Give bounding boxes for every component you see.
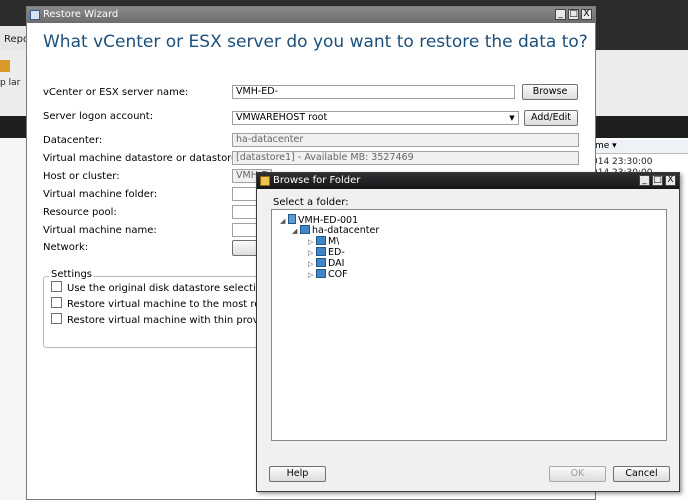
expand-arrow-icon[interactable]: ▷: [308, 270, 316, 281]
ok-button[interactable]: OK: [549, 466, 606, 482]
redaction-mark: [339, 237, 362, 245]
vm-name-label: Virtual machine name:: [43, 225, 157, 236]
folder-icon: [316, 247, 326, 256]
checkbox[interactable]: [51, 297, 62, 308]
datacenter-label: Datacenter:: [43, 135, 103, 146]
tree-node-label: ha-datacenter: [312, 225, 380, 236]
minimize-button[interactable]: _: [639, 175, 650, 186]
logon-account-select[interactable]: VMWAREHOST root ▼: [232, 111, 519, 125]
folder-tree[interactable]: ◢ VMH-ED-001 ◢ ha-datacenter ▷ M\ ▷ ED- ▷ DAI…: [271, 209, 667, 441]
browse-window-title: Browse for Folder: [273, 175, 361, 186]
tree-node-label: ED-: [328, 247, 345, 258]
redaction-mark: [347, 270, 370, 278]
minimize-button[interactable]: _: [555, 9, 566, 20]
wizard-titlebar[interactable]: Restore Wizard _ □ X: [27, 7, 595, 23]
list-row[interactable]: 014 23:30:00: [592, 157, 652, 167]
host-cluster-label: Host or cluster:: [43, 171, 120, 182]
redaction-mark: [344, 248, 367, 256]
resource-pool-label: Resource pool:: [43, 207, 117, 218]
tree-node-label: M\: [328, 236, 340, 247]
redaction-mark: [344, 259, 367, 267]
server-icon: [288, 214, 296, 224]
page-title: What vCenter or ESX server do you want t…: [43, 32, 588, 52]
folder-icon: [316, 236, 326, 245]
column-header[interactable]: me ▾: [592, 140, 688, 154]
server-name-input[interactable]: VMH-ED-: [232, 85, 515, 99]
close-button[interactable]: X: [581, 9, 592, 20]
settings-legend: Settings: [49, 269, 95, 280]
maximize-button[interactable]: □: [568, 9, 579, 20]
network-label: Network:: [43, 242, 89, 253]
select-folder-prompt: Select a folder:: [273, 197, 349, 208]
collapse-arrow-icon[interactable]: ◢: [280, 216, 288, 227]
close-button[interactable]: X: [665, 175, 676, 186]
server-name-label: vCenter or ESX server name:: [43, 87, 189, 98]
browse-for-folder-dialog: Browse for Folder _ □ X Select a folder:…: [256, 172, 680, 492]
wizard-window-title: Restore Wizard: [43, 9, 119, 20]
logon-account-value: VMWAREHOST root: [236, 112, 328, 123]
vm-folder-label: Virtual machine folder:: [43, 189, 158, 200]
collapse-arrow-icon[interactable]: ◢: [292, 226, 300, 237]
add-edit-button[interactable]: Add/Edit: [524, 110, 578, 126]
cancel-button[interactable]: Cancel: [613, 466, 670, 482]
browse-titlebar[interactable]: Browse for Folder _ □ X: [257, 173, 679, 189]
datacenter-field[interactable]: ha-datacenter: [232, 133, 579, 147]
ribbon-icon[interactable]: [0, 60, 10, 72]
job-list-gutter: [0, 138, 27, 500]
tree-node-label: DAI: [328, 258, 345, 269]
folder-icon: [316, 269, 326, 278]
wizard-window-icon: [30, 10, 40, 20]
datacenter-icon: [300, 225, 310, 234]
logon-account-label: Server logon account:: [43, 111, 154, 122]
help-button[interactable]: Help: [269, 466, 326, 482]
folder-icon: [260, 176, 270, 186]
browse-button[interactable]: Browse: [522, 84, 578, 100]
checkbox[interactable]: [51, 281, 62, 292]
dropdown-arrow-icon[interactable]: ▼: [507, 113, 517, 123]
ribbon-button-label[interactable]: p lar: [0, 78, 20, 88]
folder-icon: [316, 258, 326, 267]
checkbox[interactable]: [51, 313, 62, 324]
tree-node-child[interactable]: ▷ COF: [308, 269, 370, 281]
tree-node-label: COF: [328, 269, 348, 280]
maximize-button[interactable]: □: [652, 175, 663, 186]
datastore-field[interactable]: [datastore1] - Available MB: 3527469: [232, 151, 579, 165]
